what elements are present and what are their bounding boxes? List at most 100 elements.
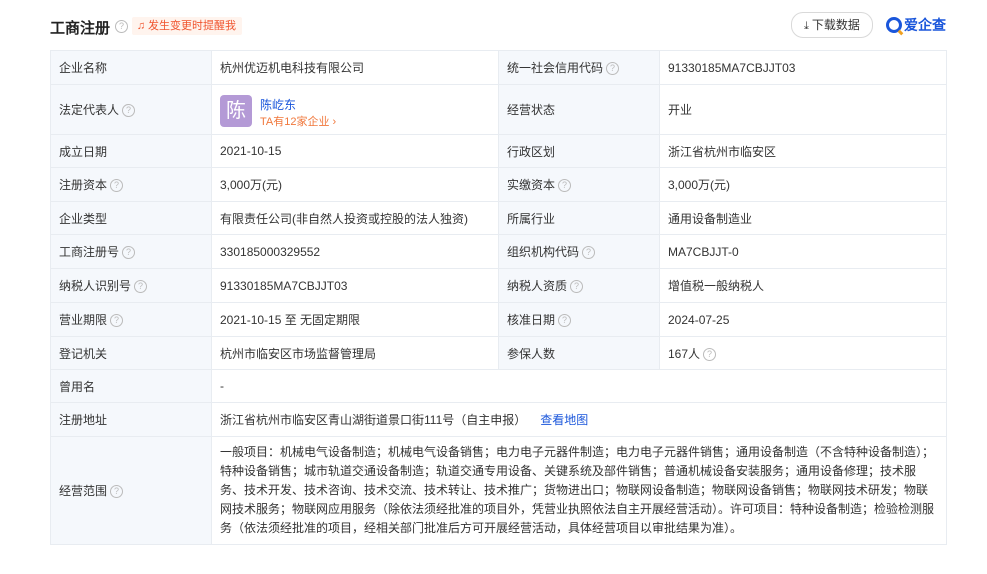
change-alert-button[interactable]: ♫ 发生变更时提醒我 [132,17,242,35]
label-taxpayer-qualification: 纳税人资质? [498,268,660,303]
avatar[interactable]: 陈 [220,94,252,127]
download-icon: ⤓ [804,20,809,32]
value-approval-date: 2024-07-25 [659,302,947,337]
table-row: 注册地址 浙江省杭州市临安区青山湖街道景口街111号（自主申报） 查看地图 [50,402,947,437]
help-icon[interactable]: ? [570,280,584,294]
change-alert-label: 发生变更时提醒我 [148,20,236,32]
label-admin-region: 行政区划 [498,134,660,168]
download-label: 下载数据 [811,18,860,32]
help-icon[interactable]: ? [558,314,572,328]
help-icon[interactable]: ? [122,104,136,118]
section-title: 工商注册? [50,17,128,38]
value-admin-region: 浙江省杭州市临安区 [659,134,947,168]
legal-rep-name-link[interactable]: 陈屹东 [260,96,296,113]
label-text: 实缴资本 [507,178,556,192]
value-credit-code: 91330185MA7CBJJT03 [659,50,947,85]
help-icon[interactable]: ? [606,62,620,76]
value-former-name: - [211,369,947,403]
label-registered-capital: 注册资本? [50,167,212,202]
insured-count-text: 167人 [668,346,701,361]
table-row: 企业类型 有限责任公司(非自然人投资或控股的法人独资) 所属行业 通用设备制造业 [50,201,947,235]
table-row: 法定代表人? 陈 陈屹东 TA有12家企业 › 经营状态 开业 [50,84,947,135]
bell-icon: ♫ [136,20,146,32]
address-text: 浙江省杭州市临安区青山湖街道景口街111号（自主申报） [220,413,527,427]
help-icon[interactable]: ? [110,314,124,328]
label-text: 纳税人资质 [507,279,568,293]
label-text: 注册资本 [59,178,108,192]
value-business-scope: 一般项目：机械电气设备制造；机械电气设备销售；电力电子元器件制造；电力电子元器件… [211,436,947,545]
label-taxpayer-id: 纳税人识别号? [50,268,212,303]
label-former-name: 曾用名 [50,369,212,403]
table-row: 纳税人识别号? 91330185MA7CBJJT03 纳税人资质? 增值税一般纳… [50,268,947,303]
value-business-status: 开业 [659,84,947,135]
help-icon[interactable]: ? [703,347,717,361]
value-company-type: 有限责任公司(非自然人投资或控股的法人独资) [211,201,499,235]
label-text: 纳税人识别号 [59,279,132,293]
label-paid-capital: 实缴资本? [498,167,660,202]
label-legal-rep: 法定代表人? [50,84,212,135]
label-org-code: 组织机构代码? [498,234,660,269]
label-founded-date: 成立日期 [50,134,212,168]
section-title-text: 工商注册 [50,20,111,37]
help-icon[interactable]: ? [122,246,136,260]
label-industry: 所属行业 [498,201,660,235]
business-registration-panel: 工商注册? ♫ 发生变更时提醒我 ⤓ 下载数据 爱企查 企业名称 杭州优迈机电科技有… [0,0,987,574]
label-text: 经营范围 [59,484,108,498]
help-icon[interactable]: ? [110,485,124,499]
brand-name: 爱企查 [904,17,946,33]
table-row: 成立日期 2021-10-15 行政区划 浙江省杭州市临安区 [50,134,947,168]
label-credit-code: 统一社会信用代码? [498,50,660,85]
value-industry: 通用设备制造业 [659,201,947,235]
related-companies-link[interactable]: TA有12家企业 › [260,113,336,129]
help-icon[interactable]: ? [115,20,128,33]
label-reg-number: 工商注册号? [50,234,212,269]
label-business-status: 经营状态 [498,84,660,135]
chevron-right-icon: › [332,115,337,128]
value-business-term: 2021-10-15 至 无固定期限 [211,302,499,337]
legal-rep-card: 陈 陈屹东 TA有12家企业 › [220,90,490,130]
value-reg-number: 330185000329552 [211,234,499,269]
value-registered-address: 浙江省杭州市临安区青山湖街道景口街111号（自主申报） 查看地图 [211,402,947,437]
table-row: 登记机关 杭州市临安区市场监督管理局 参保人数 167人? [50,336,947,370]
table-row: 营业期限? 2021-10-15 至 无固定期限 核准日期? 2024-07-2… [50,302,947,337]
value-org-code: MA7CBJJT-0 [659,234,947,269]
label-text: 法定代表人 [59,103,120,117]
magnifier-logo-icon [886,17,902,33]
value-company-name: 杭州优迈机电科技有限公司 [211,50,499,85]
label-registration-authority: 登记机关 [50,336,212,370]
label-registered-address: 注册地址 [50,402,212,437]
table-row: 经营范围? 一般项目：机械电气设备制造；机械电气设备销售；电力电子元器件制造；电… [50,436,947,545]
label-text: 营业期限 [59,313,108,327]
label-insured-count: 参保人数 [498,336,660,370]
value-paid-capital: 3,000万(元) [659,167,947,202]
value-legal-rep: 陈 陈屹东 TA有12家企业 › [211,84,499,135]
label-company-type: 企业类型 [50,201,212,235]
label-approval-date: 核准日期? [498,302,660,337]
help-icon[interactable]: ? [558,179,572,193]
value-taxpayer-id: 91330185MA7CBJJT03 [211,268,499,303]
label-business-term: 营业期限? [50,302,212,337]
value-founded-date: 2021-10-15 [211,134,499,168]
label-text: 统一社会信用代码 [507,61,604,75]
label-text: 组织机构代码 [507,245,580,259]
help-icon[interactable]: ? [134,280,148,294]
help-icon[interactable]: ? [110,179,124,193]
label-text: 核准日期 [507,313,556,327]
table-row: 曾用名 - [50,369,947,403]
table-row: 工商注册号? 330185000329552 组织机构代码? MA7CBJJT-… [50,234,947,269]
registration-info-table: 企业名称 杭州优迈机电科技有限公司 统一社会信用代码? 91330185MA7C… [50,50,947,545]
aiqicha-logo[interactable]: 爱企查 [886,15,946,35]
view-map-link[interactable]: 查看地图 [540,413,588,427]
value-registered-capital: 3,000万(元) [211,167,499,202]
table-row: 企业名称 杭州优迈机电科技有限公司 统一社会信用代码? 91330185MA7C… [50,50,947,85]
label-business-scope: 经营范围? [50,436,212,545]
value-taxpayer-qualification: 增值税一般纳税人 [659,268,947,303]
label-company-name: 企业名称 [50,50,212,85]
value-registration-authority: 杭州市临安区市场监督管理局 [211,336,499,370]
section-header: 工商注册? ♫ 发生变更时提醒我 ⤓ 下载数据 爱企查 [50,12,947,42]
download-data-button[interactable]: ⤓ 下载数据 [791,12,873,38]
help-icon[interactable]: ? [582,246,596,260]
label-text: 工商注册号 [59,245,120,259]
related-companies-text: TA有12家企业 [260,115,330,128]
value-insured-count: 167人? [659,336,947,370]
